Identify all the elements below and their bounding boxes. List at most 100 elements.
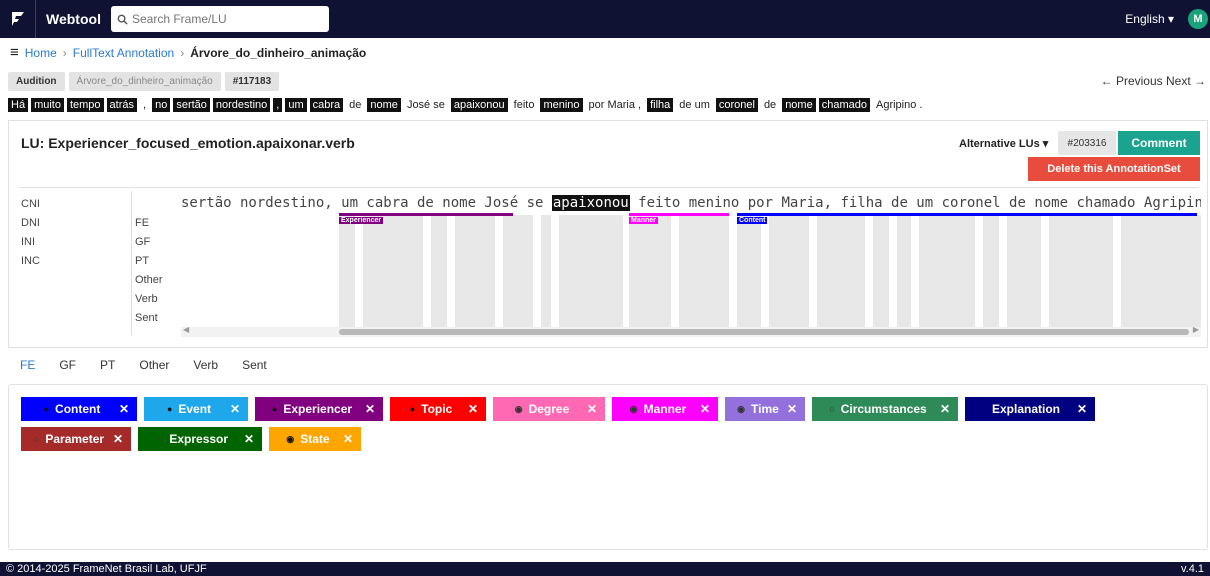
- grid-column[interactable]: [629, 215, 671, 327]
- fe-button-topic[interactable]: ● Topic ✕: [390, 397, 486, 421]
- fe-button-circumstances[interactable]: ○ Circumstances ✕: [812, 397, 958, 421]
- fe-button-time[interactable]: ◉ Time ✕: [725, 397, 805, 421]
- grid-column[interactable]: [339, 215, 355, 327]
- grid-column[interactable]: [679, 215, 729, 327]
- close-icon[interactable]: ✕: [700, 402, 710, 416]
- sentence-token[interactable]: tempo: [66, 98, 104, 112]
- breadcrumb-fulltext[interactable]: FullText Annotation: [73, 46, 174, 60]
- scroll-right-icon[interactable]: ▶: [1193, 325, 1199, 334]
- grid-column[interactable]: [363, 215, 423, 327]
- sentence-token[interactable]: nordestino: [212, 98, 271, 112]
- grid-column[interactable]: [559, 215, 623, 327]
- grid-column[interactable]: [919, 215, 975, 327]
- close-icon[interactable]: ✕: [113, 432, 123, 446]
- logo-icon[interactable]: [0, 0, 36, 38]
- menu-icon[interactable]: ≡: [10, 44, 19, 61]
- grid-column[interactable]: [983, 215, 999, 327]
- fe-button-event[interactable]: ● Event ✕: [144, 397, 248, 421]
- tab-fe[interactable]: FE: [8, 352, 47, 378]
- close-icon[interactable]: ✕: [230, 402, 240, 416]
- language-selector[interactable]: English ▾: [1125, 12, 1174, 26]
- close-icon[interactable]: ✕: [119, 402, 129, 416]
- scrollbar-thumb[interactable]: [339, 329, 1189, 335]
- fe-button-content[interactable]: ● Content ✕: [21, 397, 137, 421]
- scroll-left-icon[interactable]: ◀: [183, 325, 189, 334]
- grid-column[interactable]: [455, 215, 495, 327]
- sentence-token[interactable]: no: [152, 98, 171, 112]
- sentence-token[interactable]: José se: [404, 98, 448, 112]
- document-tag[interactable]: Árvore_do_dinheiro_animação: [68, 72, 221, 91]
- sentence-token[interactable]: feito: [511, 98, 538, 112]
- sentence-token[interactable]: muito: [31, 98, 64, 112]
- close-icon[interactable]: ✕: [587, 402, 597, 416]
- sentence-token[interactable]: filha: [647, 98, 674, 112]
- grid-column[interactable]: [503, 215, 533, 327]
- alternative-lus-dropdown[interactable]: Alternative LUs ▾: [959, 137, 1048, 150]
- grid-column[interactable]: [1121, 215, 1201, 327]
- fe-button-manner[interactable]: ◉ Manner ✕: [612, 397, 718, 421]
- tab-gf[interactable]: GF: [47, 352, 88, 378]
- search-input[interactable]: [131, 12, 312, 26]
- corpus-tag[interactable]: Audition: [8, 72, 65, 91]
- prev-next-nav[interactable]: ← Previous Next →: [1101, 74, 1206, 88]
- grid-column[interactable]: [769, 215, 809, 327]
- sentence-token[interactable]: ,: [140, 98, 149, 112]
- fe-span-content[interactable]: [737, 213, 1197, 216]
- sentence-token[interactable]: cabra: [309, 98, 344, 112]
- sentence-token[interactable]: nome: [367, 98, 401, 112]
- grid-column[interactable]: [541, 215, 551, 327]
- grid-column[interactable]: [873, 215, 889, 327]
- breadcrumb-home[interactable]: Home: [25, 46, 57, 60]
- brand-title[interactable]: Webtool: [46, 11, 101, 27]
- user-avatar[interactable]: M: [1188, 9, 1208, 29]
- sentence-token[interactable]: nome: [782, 98, 816, 112]
- close-icon[interactable]: ✕: [787, 402, 797, 416]
- close-icon[interactable]: ✕: [468, 402, 478, 416]
- fe-button-state[interactable]: ◉ State ✕: [269, 427, 361, 451]
- sentence-token[interactable]: chamado: [818, 98, 870, 112]
- sentence-token[interactable]: apaixonou: [450, 98, 508, 112]
- tab-pt[interactable]: PT: [88, 352, 127, 378]
- grid-column[interactable]: [737, 215, 761, 327]
- close-icon[interactable]: ✕: [940, 402, 950, 416]
- sentence-token[interactable]: um: [285, 98, 307, 112]
- sentence-token[interactable]: coronel: [715, 98, 758, 112]
- search-box[interactable]: [110, 6, 329, 32]
- close-icon[interactable]: ✕: [365, 402, 375, 416]
- fe-button-label: Content: [55, 402, 101, 416]
- fe-span-manner[interactable]: [629, 213, 729, 216]
- tab-other[interactable]: Other: [127, 352, 181, 378]
- comment-button[interactable]: Comment: [1118, 131, 1200, 155]
- fe-button-degree[interactable]: ◉ Degree ✕: [493, 397, 605, 421]
- close-icon[interactable]: ✕: [1077, 402, 1087, 416]
- fe-span-experiencer[interactable]: [339, 213, 513, 216]
- fe-coreness-icon: ◉: [514, 403, 523, 414]
- fe-button-parameter[interactable]: ○ Parameter ✕: [21, 427, 131, 451]
- sentence-token[interactable]: Há: [8, 98, 29, 112]
- sentence-token[interactable]: de um: [676, 98, 713, 112]
- delete-annotationset-button[interactable]: Delete this AnnotationSet: [1028, 157, 1200, 181]
- horizontal-scrollbar[interactable]: ◀ ▶: [181, 325, 1201, 337]
- tab-sent[interactable]: Sent: [230, 352, 279, 378]
- sentence-token[interactable]: menino: [540, 98, 583, 112]
- grid-column[interactable]: [1049, 215, 1113, 327]
- annotation-grid[interactable]: sertão nordestino, um cabra de nome José…: [181, 193, 1201, 327]
- grid-column[interactable]: [431, 215, 447, 327]
- sentence-token[interactable]: atrás: [106, 98, 138, 112]
- sentence-token[interactable]: ,: [273, 98, 283, 112]
- close-icon[interactable]: ✕: [244, 432, 254, 446]
- sentence-token[interactable]: por Maria ,: [586, 98, 645, 112]
- sentence-token[interactable]: sertão: [173, 98, 210, 112]
- tab-verb[interactable]: Verb: [181, 352, 230, 378]
- sentence-token[interactable]: Agripino .: [873, 98, 925, 112]
- grid-column[interactable]: [897, 215, 911, 327]
- fe-button-explanation[interactable]: Explanation ✕: [965, 397, 1095, 421]
- grid-column[interactable]: [1007, 215, 1041, 327]
- target-word[interactable]: apaixonou: [551, 195, 630, 211]
- sentence-token[interactable]: de: [346, 98, 364, 112]
- sentence-token[interactable]: de: [761, 98, 779, 112]
- fe-button-experiencer[interactable]: ● Experiencer ✕: [255, 397, 383, 421]
- grid-column[interactable]: [817, 215, 865, 327]
- close-icon[interactable]: ✕: [343, 432, 353, 446]
- fe-button-expressor[interactable]: ○ Expressor ✕: [138, 427, 262, 451]
